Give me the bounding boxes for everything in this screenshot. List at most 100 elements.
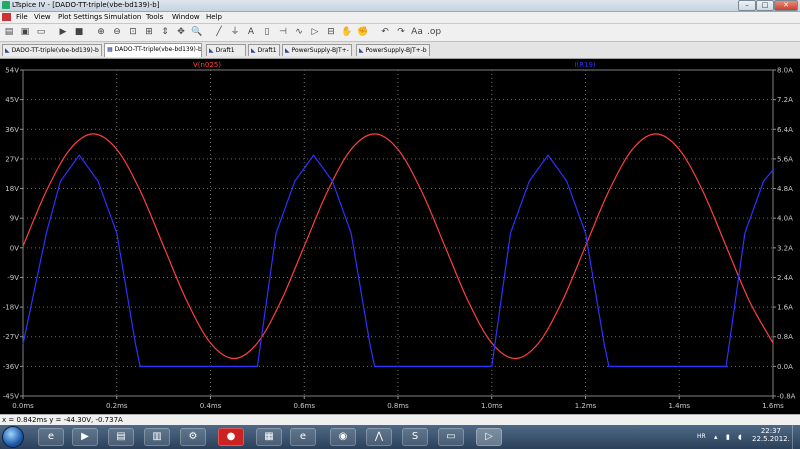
minimize-button[interactable]: –	[738, 0, 756, 11]
status-bar: x = 0.842ms y = -44.30V, -0.737A	[0, 414, 800, 425]
capacitor-icon[interactable]: ⊣	[277, 26, 289, 38]
y-tick-label-left: -36V	[3, 363, 19, 371]
network-icon[interactable]: ▮	[726, 433, 730, 441]
tab-draft1-a[interactable]: ◣ Draft1	[206, 44, 246, 56]
document-icon[interactable]	[2, 13, 11, 21]
waveform-plot[interactable]: 0.0ms 0.2ms 0.4ms 0.6ms 0.8ms 1.0ms 1.2ms 1.4ms…	[0, 59, 800, 414]
antivirus-taskbar-icon[interactable]: ●	[218, 428, 244, 446]
autorange-icon[interactable]: ⇕	[159, 26, 171, 38]
waveform-icon: ▦	[107, 46, 113, 53]
redo-icon[interactable]: ↷	[395, 26, 407, 38]
y-tick-label-right: 6.4A	[777, 126, 793, 134]
print-icon[interactable]: ▭	[35, 26, 47, 38]
waveform-chart[interactable]: 0.0ms 0.2ms 0.4ms 0.6ms 0.8ms 1.0ms 1.2ms 1.4ms…	[0, 59, 800, 414]
y-tick-label-left: 27V	[5, 155, 19, 163]
tab-label: Draft1	[215, 47, 235, 54]
skype-taskbar-icon[interactable]: S	[402, 428, 428, 446]
tab-dado-2[interactable]: ▦ DADO-TT-triple(vbe-bd139)-b	[104, 43, 202, 57]
tab-powersupply-2[interactable]: ◣ PowerSupply-BJT+-b	[356, 44, 430, 56]
component-icon[interactable]: ⊟	[325, 26, 337, 38]
y-tick-label-left: -27V	[3, 333, 19, 341]
tab-label: Draft1	[257, 47, 277, 54]
inductor-icon[interactable]: ∿	[293, 26, 305, 38]
y-tick-label-right: -0.8A	[777, 393, 796, 401]
zoom-in-icon[interactable]: ⊕	[95, 26, 107, 38]
close-button[interactable]: ✕	[774, 0, 798, 11]
zoom-out-icon[interactable]: ⊖	[111, 26, 123, 38]
ltspice-active-taskbar-icon[interactable]: ▷	[476, 428, 502, 446]
y-tick-label-right: 0.8A	[777, 333, 793, 341]
chrome-taskbar-icon[interactable]: ◉	[330, 428, 356, 446]
x-tick-label: 0.2ms	[106, 402, 128, 410]
x-tick-label: 0.4ms	[200, 402, 222, 410]
media-player-taskbar-icon[interactable]: ▶	[72, 428, 98, 446]
ltspice-taskbar-icon[interactable]: ⋀	[366, 428, 392, 446]
schematic-icon: ◣	[5, 47, 10, 54]
x-tick-label: 1.4ms	[668, 402, 690, 410]
ie-taskbar-icon[interactable]: e	[38, 428, 64, 446]
run-icon[interactable]: ▶	[57, 26, 69, 38]
x-tick-label: 1.0ms	[481, 402, 503, 410]
toolbar: ▤ ▣ ▭ ▶ ■ ⊕ ⊖ ⊡ ⊞ ⇕ ✥ 🔍 ╱ ⏚ A ▯ ⊣ ∿ ▷ ⊟ ✋ ✊ ↶ ↷ Aa .op	[0, 24, 800, 42]
zoom-fit-icon[interactable]: ⊡	[127, 26, 139, 38]
menu-file[interactable]: File	[16, 13, 28, 21]
y-tick-label-right: 7.2A	[777, 96, 793, 104]
ie-taskbar-icon-2[interactable]: e	[290, 428, 316, 446]
menu-plot-settings[interactable]: Plot Settings	[58, 13, 102, 21]
y-tick-label-left: -9V	[7, 274, 19, 282]
calculator-taskbar-icon[interactable]: ▦	[256, 428, 282, 446]
tab-label: DADO-TT-triple(vbe-bd139)-b	[11, 47, 99, 54]
text-icon[interactable]: Aa	[411, 26, 423, 38]
wire-icon[interactable]: ╱	[213, 26, 225, 38]
y-tick-label-right: 4.8A	[777, 185, 793, 193]
drag-icon[interactable]: ✊	[357, 26, 369, 38]
x-tick-label: 0.8ms	[387, 402, 409, 410]
move-icon[interactable]: ✋	[341, 26, 353, 38]
explorer-taskbar-icon[interactable]: ▥	[144, 428, 170, 446]
spice-directive-icon[interactable]: .op	[427, 26, 441, 38]
menu-tools[interactable]: Tools	[146, 13, 163, 21]
save-icon[interactable]: ▣	[19, 26, 31, 38]
halt-icon[interactable]: ■	[73, 26, 85, 38]
y-tick-label-right: 8.0A	[777, 67, 793, 75]
tray-arrow-icon[interactable]: ▴	[714, 433, 718, 441]
clock-date: 22.5.2012.	[752, 435, 790, 443]
undo-icon[interactable]: ↶	[379, 26, 391, 38]
notes-taskbar-icon[interactable]: ▭	[438, 428, 464, 446]
menu-view[interactable]: View	[34, 13, 51, 21]
zoom-area-icon[interactable]: ⊞	[143, 26, 155, 38]
label-icon[interactable]: A	[245, 26, 257, 38]
start-button[interactable]	[2, 426, 24, 448]
show-desktop-button[interactable]	[792, 425, 800, 449]
ground-icon[interactable]: ⏚	[229, 26, 241, 38]
language-indicator[interactable]: HR	[697, 433, 706, 440]
menu-window[interactable]: Window	[172, 13, 200, 21]
diode-icon[interactable]: ▷	[309, 26, 321, 38]
clock[interactable]: 22:37 22.5.2012.	[752, 427, 790, 443]
y-tick-label-left: 0V	[10, 244, 19, 252]
legend-label-voltage: V(n025)	[193, 61, 221, 69]
tab-powersupply-1[interactable]: ◣ PowerSupply-BJT+-	[282, 44, 352, 56]
y-tick-label-right: 3.2A	[777, 244, 793, 252]
menu-simulation[interactable]: Simulation	[104, 13, 141, 21]
y-tick-label-right: 5.6A	[777, 155, 793, 163]
y-tick-label-right: 4.0A	[777, 215, 793, 223]
tab-dado-1[interactable]: ◣ DADO-TT-triple(vbe-bd139)-b	[2, 44, 102, 56]
find-icon[interactable]: 🔍	[191, 26, 203, 38]
y-tick-label-left: 36V	[5, 126, 19, 134]
tab-label: PowerSupply-BJT+-	[291, 47, 349, 54]
legend-label-current: I(R19)	[574, 61, 596, 69]
open-icon[interactable]: ▤	[3, 26, 15, 38]
ltspice-app-icon	[2, 1, 10, 9]
volume-icon[interactable]: ◖	[738, 433, 742, 441]
title-bar: LTspice IV - [DADO-TT-triple(vbe-bd139)-…	[0, 0, 800, 12]
settings-taskbar-icon[interactable]: ⚙	[180, 428, 206, 446]
maximize-button[interactable]: □	[756, 0, 774, 11]
folder-taskbar-icon[interactable]: ▤	[108, 428, 134, 446]
resistor-icon[interactable]: ▯	[261, 26, 273, 38]
pan-icon[interactable]: ✥	[175, 26, 187, 38]
menu-help[interactable]: Help	[206, 13, 222, 21]
y-tick-label-right: 0.0A	[777, 363, 793, 371]
tab-draft1-b[interactable]: ◣ Draft1	[248, 44, 280, 56]
clock-time: 22:37	[760, 427, 782, 435]
